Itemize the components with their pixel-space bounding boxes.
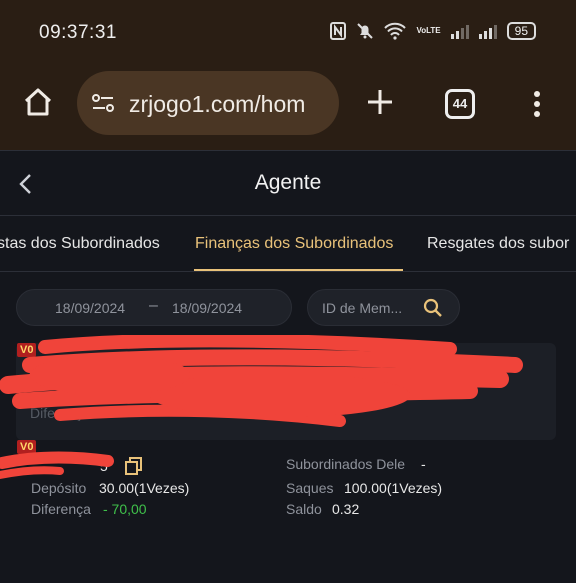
member-search[interactable] — [307, 289, 460, 326]
date-range-picker[interactable]: 18/09/2024 – 18/09/2024 — [16, 289, 292, 326]
signal-2-icon — [478, 23, 497, 39]
more-menu-icon[interactable] — [530, 88, 544, 120]
date-to[interactable]: 18/09/2024 — [172, 300, 242, 316]
balance-label: Saldo — [286, 501, 322, 517]
difference-label: Diferença — [31, 501, 91, 517]
date-separator: – — [149, 297, 158, 314]
tab-switcher-button[interactable]: 44 — [445, 89, 475, 119]
status-time: 09:37:31 — [39, 22, 117, 43]
tab-subordinates-finances[interactable]: Finanças dos Subordinados — [195, 235, 393, 253]
tab-bar: stas dos Subordinados Finanças dos Subor… — [0, 217, 576, 272]
home-icon[interactable] — [22, 86, 54, 118]
signal-1-icon — [450, 23, 469, 39]
site-settings-icon[interactable] — [91, 93, 115, 113]
redaction-scribble — [0, 335, 523, 479]
difference-value: - 70,00 — [103, 501, 147, 517]
volte-icon: VoLTE — [416, 26, 441, 35]
address-bar[interactable]: zrjogo1.com/hom — [77, 71, 339, 135]
balance-value: 0.32 — [332, 501, 360, 517]
tab-subordinates-list[interactable]: stas dos Subordinados — [0, 235, 160, 253]
date-from[interactable]: 18/09/2024 — [55, 300, 125, 316]
new-tab-icon[interactable] — [364, 86, 396, 118]
mute-icon — [357, 23, 374, 39]
app-header: Agente — [0, 150, 576, 216]
battery-indicator: 95 — [506, 22, 536, 40]
url-text[interactable]: zrjogo1.com/hom — [129, 91, 334, 118]
status-icons: VoLTE 95 — [330, 22, 536, 40]
browser-chrome: 09:37:31 VoLTE 95 zrjogo1.com/hom 44 — [0, 0, 576, 150]
member-id-input[interactable] — [322, 298, 422, 318]
nfc-icon — [330, 22, 347, 40]
page-title: Agente — [254, 171, 322, 194]
wifi-icon — [384, 22, 407, 40]
tab-subordinates-withdrawals[interactable]: Resgates dos subor — [427, 235, 569, 253]
active-tab-indicator — [194, 269, 403, 271]
search-icon[interactable] — [423, 298, 443, 318]
